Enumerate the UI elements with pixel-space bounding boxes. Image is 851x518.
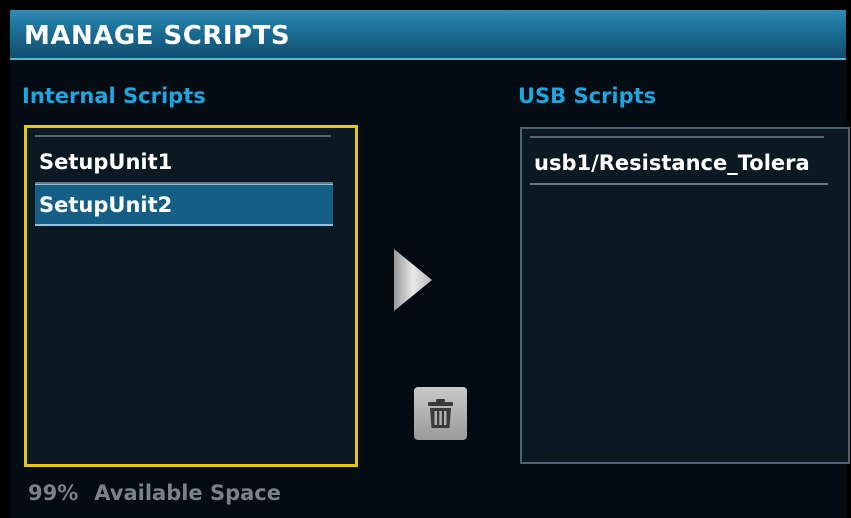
available-space-label: Available Space — [94, 481, 281, 505]
page-title: MANAGE SCRIPTS — [24, 21, 291, 51]
list-top-divider — [530, 136, 824, 138]
list-item-setupunit1[interactable]: SetupUnit1 — [35, 142, 333, 184]
manage-scripts-screen: MANAGE SCRIPTS Internal Scripts USB Scri… — [0, 0, 851, 518]
delete-script-button[interactable] — [414, 387, 467, 440]
internal-scripts-list[interactable]: SetupUnit1 SetupUnit2 — [24, 125, 358, 467]
usb-scripts-label: USB Scripts — [518, 84, 657, 108]
available-space-percent: 99% — [28, 481, 79, 505]
list-top-divider — [35, 135, 331, 137]
list-item-usb-resistance[interactable]: usb1/Resistance_Tolera — [530, 143, 828, 185]
list-item-setupunit2[interactable]: SetupUnit2 — [35, 184, 333, 226]
copy-to-usb-button[interactable] — [388, 245, 436, 315]
trash-icon — [428, 399, 453, 428]
right-arrow-icon — [394, 249, 432, 311]
internal-scripts-label: Internal Scripts — [22, 84, 206, 108]
title-bar: MANAGE SCRIPTS — [10, 10, 846, 60]
available-space-indicator: 99% Available Space — [28, 481, 281, 505]
content-area: Internal Scripts USB Scripts SetupUnit1 … — [10, 60, 850, 518]
usb-scripts-list[interactable]: usb1/Resistance_Tolera — [520, 127, 850, 464]
